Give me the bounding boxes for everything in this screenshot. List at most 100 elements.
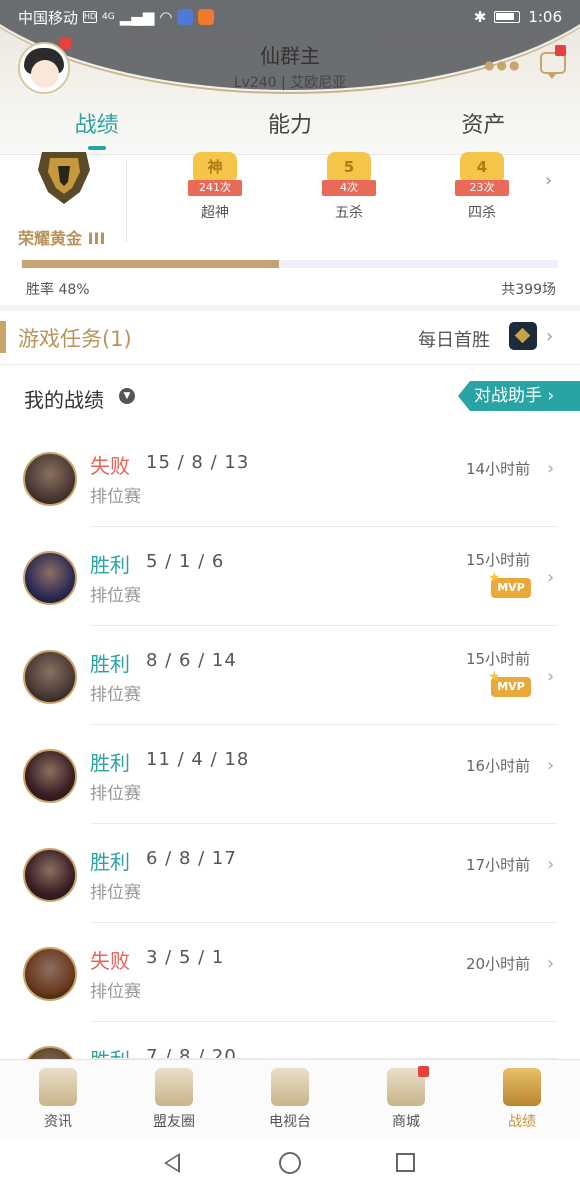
match-time: 16小时前 xyxy=(466,757,531,775)
back-icon[interactable] xyxy=(164,1153,180,1173)
nav-label: 资讯 xyxy=(44,1114,72,1130)
match-row[interactable]: 胜利 11 / 4 / 18 排位赛 16小时前 › xyxy=(0,725,580,824)
record-icon xyxy=(503,1068,541,1106)
match-row[interactable]: 胜利 5 / 1 / 6排位赛 15小时前 › MVP xyxy=(0,527,580,626)
hero-avatar xyxy=(23,551,77,605)
win-rate-bar xyxy=(22,260,558,268)
message-notification-dot xyxy=(555,45,566,56)
battery-icon xyxy=(494,11,521,23)
badge-count: 4次 xyxy=(322,180,376,196)
my-records-title[interactable]: 我的战绩 xyxy=(24,384,104,413)
match-kda: 3 / 5 / 1 xyxy=(146,947,225,968)
match-kda: 5 / 1 / 6 xyxy=(146,551,225,572)
game-task-row[interactable]: 游戏任务(1) 每日首胜 › xyxy=(0,311,580,365)
match-time: 15小时前 xyxy=(466,551,531,569)
match-result: 失败 xyxy=(90,454,130,478)
clock: 1:06 xyxy=(528,8,562,26)
section-accent-bar xyxy=(0,321,6,353)
chevron-right-icon: › xyxy=(547,458,555,479)
tv-icon xyxy=(271,1068,309,1106)
badge-penta-kill: 5 4次 五杀 xyxy=(314,152,384,222)
hd-icon: HD xyxy=(83,11,98,23)
wifi-icon: ◠ xyxy=(159,8,173,26)
match-result: 胜利 xyxy=(90,850,130,874)
chevron-right-icon: › xyxy=(546,326,554,347)
match-time: 15小时前 xyxy=(466,650,531,668)
chevron-right-icon: › xyxy=(547,666,555,687)
system-nav-bar xyxy=(0,1139,580,1192)
friends-circle-icon xyxy=(155,1068,193,1106)
match-kda: 11 / 4 / 18 xyxy=(146,749,250,770)
divider xyxy=(0,364,580,365)
nav-news[interactable]: 资讯 xyxy=(0,1060,116,1139)
hero-avatar xyxy=(23,452,77,506)
rank-emblem-icon xyxy=(38,152,90,204)
nav-record[interactable]: 战绩 xyxy=(464,1060,580,1139)
nav-label: 商城 xyxy=(392,1114,420,1130)
match-row[interactable]: 胜利7 / 8 / 20 xyxy=(0,1022,580,1059)
bluetooth-icon: ✱ xyxy=(473,8,487,26)
win-rate-label: 胜率 48% xyxy=(26,282,90,298)
chevron-right-icon: › xyxy=(547,755,555,776)
game-task-title: 游戏任务(1) xyxy=(18,327,132,351)
match-kda: 15 / 8 / 13 xyxy=(146,452,250,473)
match-result: 失败 xyxy=(90,949,130,973)
player-level-server: Lv240 | 艾欧尼亚 xyxy=(233,75,347,91)
badge-quadra-kill: 4 23次 四杀 xyxy=(447,152,517,222)
match-time: 20小时前 xyxy=(466,955,531,973)
nav-tv[interactable]: 电视台 xyxy=(232,1060,348,1139)
tab-assets[interactable]: 资产 xyxy=(387,104,580,154)
more-icon[interactable]: ●●● xyxy=(484,58,521,72)
match-mode: 排位赛 xyxy=(90,883,141,903)
match-row[interactable]: 胜利 6 / 8 / 17 排位赛 17小时前 › xyxy=(0,824,580,923)
carrier-text: 中国移动 xyxy=(18,8,79,27)
daily-first-win: 每日首胜 xyxy=(418,330,490,351)
hero-avatar xyxy=(23,749,77,803)
hero-avatar xyxy=(23,650,77,704)
chevron-right-icon[interactable]: › xyxy=(545,170,552,191)
home-icon[interactable] xyxy=(279,1152,301,1174)
status-bar: 中国移动 HD 4G ▂▄▆ ◠ ✱ 1:06 xyxy=(0,0,580,34)
match-mode: 排位赛 xyxy=(90,487,141,507)
badge-label: 超神 xyxy=(201,205,229,221)
news-icon xyxy=(39,1068,77,1106)
recent-apps-icon[interactable] xyxy=(396,1153,415,1172)
signal-icon: ▂▄▆ xyxy=(119,8,155,26)
network-text: 4G xyxy=(102,12,115,22)
mvp-badge: MVP xyxy=(488,667,531,697)
hero-avatar xyxy=(23,947,77,1001)
match-mode: 排位赛 xyxy=(90,685,141,705)
nav-label: 战绩 xyxy=(508,1114,536,1130)
nav-store[interactable]: 商城 xyxy=(348,1060,464,1139)
nav-friends-circle[interactable]: 盟友圈 xyxy=(116,1060,232,1139)
match-row[interactable]: 失败 3 / 5 / 1 排位赛 20小时前 › xyxy=(0,923,580,1022)
match-result: 胜利 xyxy=(90,652,130,676)
store-notification-dot xyxy=(418,1066,429,1077)
match-result: 胜利 xyxy=(90,553,130,577)
tab-ability[interactable]: 能力 xyxy=(193,104,386,154)
chevron-right-icon: › xyxy=(547,953,555,974)
match-mode: 排位赛 xyxy=(90,784,141,804)
bottom-nav: 资讯 盟友圈 电视台 商城 战绩 xyxy=(0,1059,580,1139)
match-time: 17小时前 xyxy=(466,856,531,874)
chevron-down-icon[interactable]: ▼ xyxy=(119,388,135,404)
match-kda: 6 / 8 / 17 xyxy=(146,848,237,869)
match-row[interactable]: 失败 15 / 8 / 13 排位赛 14小时前 › xyxy=(0,428,580,527)
badge-legendary: 神 241次 超神 xyxy=(180,152,250,222)
battle-assistant-button[interactable]: 对战助手 › xyxy=(458,381,580,411)
rank-tier: 荣耀黄金 III xyxy=(18,229,106,248)
match-result: 胜利 xyxy=(90,1044,130,1059)
tab-bar: 战绩 能力 资产 xyxy=(0,104,580,154)
match-kda: 8 / 6 / 14 xyxy=(146,650,237,671)
total-games: 共399场 xyxy=(501,282,556,298)
match-mode: 排位赛 xyxy=(90,586,141,606)
app-icon-2 xyxy=(198,9,215,25)
nav-label: 电视台 xyxy=(269,1114,311,1130)
match-row[interactable]: 胜利 8 / 6 / 14排位赛 15小时前 › MVP xyxy=(0,626,580,725)
chevron-right-icon: › xyxy=(547,567,555,588)
tab-record[interactable]: 战绩 xyxy=(0,104,193,154)
badge-label: 四杀 xyxy=(468,205,496,221)
badge-count: 241次 xyxy=(188,180,242,196)
hero-avatar xyxy=(23,848,77,902)
match-result: 胜利 xyxy=(90,751,130,775)
